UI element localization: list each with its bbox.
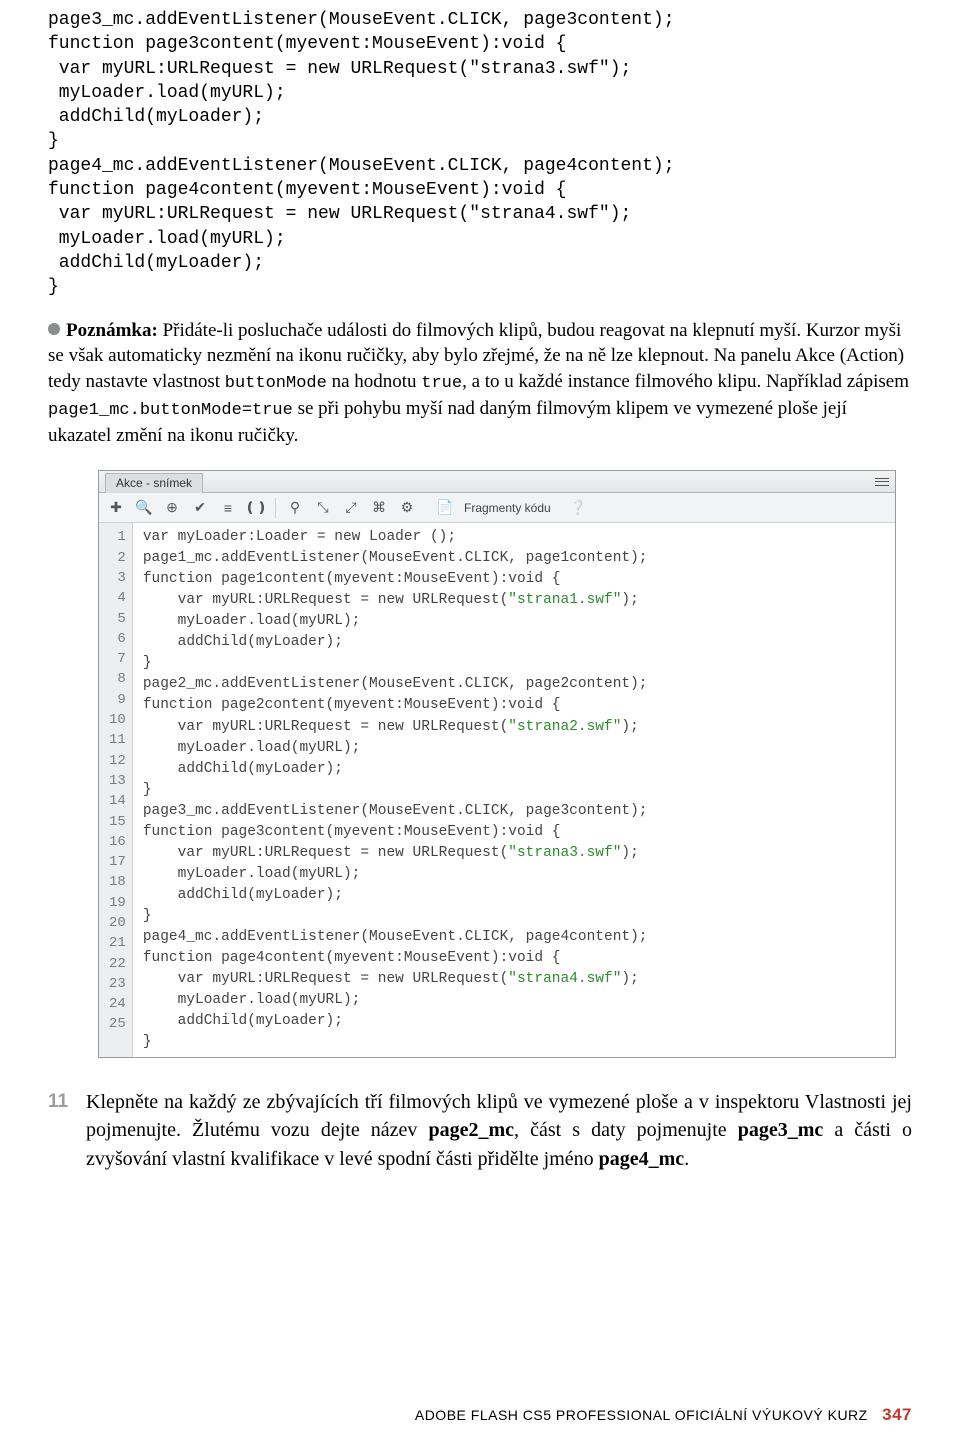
- check-icon[interactable]: ✔: [191, 499, 209, 517]
- panel-body: 1234567891011121314151617181920212223242…: [99, 523, 895, 1056]
- step-number: 11: [48, 1088, 86, 1173]
- code-editor[interactable]: var myLoader:Loader = new Loader ();page…: [133, 523, 895, 1056]
- step-text: Klepněte na každý ze zbývajících tří fil…: [86, 1088, 912, 1173]
- note-m3: page1_mc.buttonMode=true: [48, 401, 293, 420]
- panel-toolbar: ✚ 🔍 ⊕ ✔ ≡ ❪❫ ⚲ ⤡ ⤢ ⌘ ⚙ 📄 Fragmenty kódu …: [99, 493, 895, 523]
- line-gutter: 1234567891011121314151617181920212223242…: [99, 523, 133, 1056]
- debug-icon[interactable]: ⚲: [286, 499, 304, 517]
- footer-title: ADOBE FLASH CS5 PROFESSIONAL OFICIÁLNÍ V…: [415, 1407, 868, 1423]
- note-m2: true: [421, 374, 462, 393]
- note-t3: , a to u každé instance filmového klipu.…: [462, 371, 909, 392]
- hint-icon[interactable]: ❪❫: [247, 499, 265, 517]
- snippets-label[interactable]: Fragmenty kódu: [464, 501, 551, 515]
- note-label: Poznámka:: [66, 320, 158, 341]
- target-icon[interactable]: ⊕: [163, 499, 181, 517]
- collapse-icon[interactable]: ⤡: [314, 499, 332, 517]
- help-icon[interactable]: ❔: [569, 499, 587, 517]
- actions-panel: Akce - snímek ✚ 🔍 ⊕ ✔ ≡ ❪❫ ⚲ ⤡ ⤢ ⌘ ⚙ 📄 F…: [98, 470, 896, 1057]
- note-block: Poznámka: Přidáte-li posluchače události…: [48, 318, 912, 449]
- panel-titlebar: Akce - snímek: [99, 471, 895, 493]
- format-icon[interactable]: ≡: [219, 499, 237, 517]
- options-icon[interactable]: ⚙: [398, 499, 416, 517]
- step-11: 11 Klepněte na každý ze zbývajících tří …: [48, 1088, 912, 1173]
- code-block-top: page3_mc.addEventListener(MouseEvent.CLI…: [48, 8, 912, 300]
- panel-tab[interactable]: Akce - snímek: [105, 473, 203, 493]
- comment-icon[interactable]: ⌘: [370, 499, 388, 517]
- note-t2: na hodnotu: [327, 371, 421, 392]
- separator: [275, 498, 276, 518]
- page-number: 347: [882, 1405, 912, 1424]
- panel-menu-icon[interactable]: [875, 475, 889, 489]
- expand-icon[interactable]: ⤢: [342, 499, 360, 517]
- bullet-icon: [48, 323, 60, 335]
- add-icon[interactable]: ✚: [107, 499, 125, 517]
- page-footer: ADOBE FLASH CS5 PROFESSIONAL OFICIÁLNÍ V…: [415, 1405, 912, 1425]
- snippets-icon[interactable]: 📄: [436, 499, 454, 517]
- note-m1: buttonMode: [225, 374, 327, 393]
- find-icon[interactable]: 🔍: [135, 499, 153, 517]
